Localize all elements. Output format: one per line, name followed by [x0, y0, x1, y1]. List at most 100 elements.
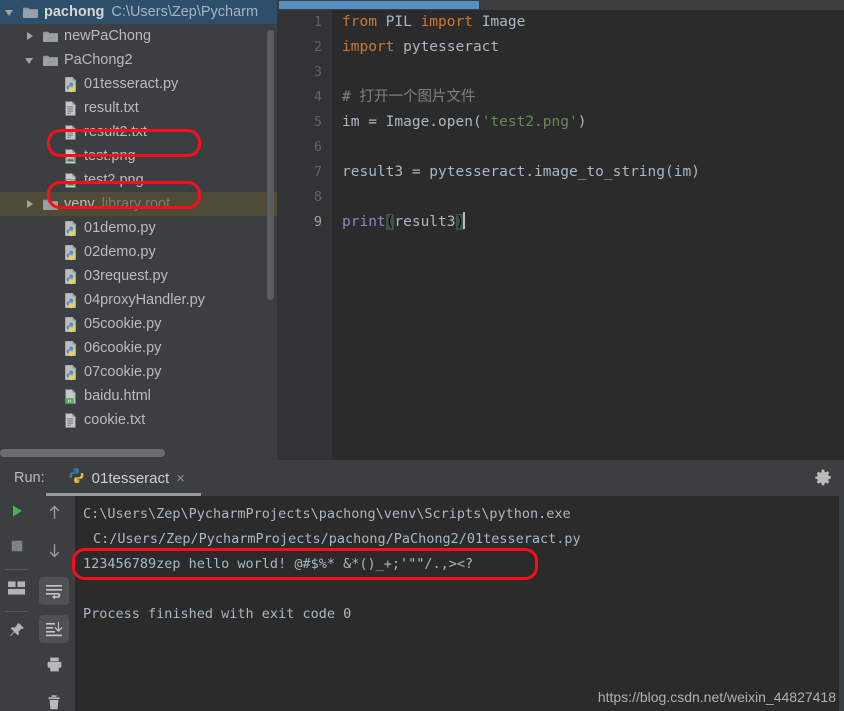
tree-item-06cookie-py[interactable]: 06cookie.py — [0, 336, 277, 360]
tree-item-label: result2.txt — [84, 124, 147, 140]
tree-item-result-txt[interactable]: result.txt — [0, 96, 277, 120]
soft-wrap-button[interactable] — [33, 572, 75, 610]
code-token: im = Image.open( — [342, 114, 482, 130]
scroll-to-end-icon — [39, 615, 69, 643]
tree-item-pachong[interactable]: pachong C:\Users\Zep\Pycharm — [0, 0, 277, 24]
printer-icon — [46, 656, 63, 678]
tree-item-result2-txt[interactable]: result2.txt — [0, 120, 277, 144]
tree-item-07cookie-py[interactable]: 07cookie.py — [0, 360, 277, 384]
tree-item-label: cookie.txt — [84, 412, 146, 428]
close-icon[interactable]: × — [176, 470, 185, 487]
tree-item-test2-png[interactable]: test2.png — [0, 168, 277, 192]
code-line[interactable]: im = Image.open('test2.png') — [342, 110, 844, 135]
code-editor-panel[interactable]: 123456789 from PIL import Image import py… — [277, 0, 844, 460]
tree-item-baidu-html[interactable]: Hbaidu.html — [0, 384, 277, 408]
scroll-to-end-button[interactable] — [33, 610, 75, 648]
text-file-icon — [62, 412, 79, 429]
code-token: pytesseract — [403, 39, 500, 55]
code-line[interactable] — [342, 185, 844, 210]
tree-item-label: 07cookie.py — [84, 364, 162, 380]
tree-item-cookie-txt[interactable]: cookie.txt — [0, 408, 277, 432]
code-line[interactable] — [342, 135, 844, 160]
folder-icon — [22, 4, 39, 21]
tree-item-04proxyhandler-py[interactable]: 04proxyHandler.py — [0, 288, 277, 312]
tree-item-label: test2.png — [84, 172, 144, 188]
layout-button[interactable] — [0, 573, 33, 608]
tree-item-label: result.txt — [84, 100, 139, 116]
tree-item-label: baidu.html — [84, 388, 151, 404]
code-line[interactable]: # 打开一个图片文件 — [342, 85, 844, 110]
line-number-gutter: 1 2 3 4 5 6 7 8 9 — [277, 10, 332, 460]
text-file-icon — [62, 100, 79, 117]
run-configuration-tab[interactable]: 01tesseract × — [68, 467, 185, 489]
tree-item-label: venv — [64, 196, 95, 212]
console-toolbar[interactable] — [33, 496, 75, 711]
stop-button[interactable] — [0, 531, 33, 566]
chevron-right-icon[interactable] — [24, 30, 37, 43]
chevron-down-icon[interactable] — [24, 54, 37, 67]
folder-icon — [42, 28, 59, 45]
code-line[interactable]: from PIL import Image — [342, 10, 844, 35]
tree-item-01tesseract-py[interactable]: 01tesseract.py — [0, 72, 277, 96]
tree-item-label: newPaChong — [64, 28, 152, 44]
tree-item-02demo-py[interactable]: 02demo.py — [0, 240, 277, 264]
code-token: 'test2.png' — [481, 114, 578, 130]
sidebar-horizontal-scrollbar[interactable] — [0, 449, 165, 457]
toolbar-separator — [5, 611, 28, 612]
chevron-right-icon[interactable] — [24, 198, 37, 211]
python-file-icon — [62, 244, 79, 261]
soft-wrap-icon — [39, 577, 69, 605]
line-number: 2 — [313, 39, 322, 55]
code-line[interactable]: result3 = pytesseract.image_to_string(im… — [342, 160, 844, 185]
editor-horizontal-scrollbar[interactable] — [279, 1, 479, 9]
run-tool-window[interactable]: Run: 01tesseract × C:\Users\Zep\PycharmP… — [0, 460, 844, 711]
play-icon — [9, 503, 25, 524]
console-output[interactable]: C:\Users\Zep\PycharmProjects\pachong\ven… — [75, 496, 844, 711]
pycharm-window: pachong C:\Users\Zep\Pycharm newPaChong PaC… — [0, 0, 844, 711]
tree-item-venv[interactable]: venv library root — [0, 192, 277, 216]
code-line[interactable] — [342, 60, 844, 85]
folder-icon — [42, 196, 59, 213]
project-tree-panel[interactable]: pachong C:\Users\Zep\Pycharm newPaChong PaC… — [0, 0, 277, 460]
tree-item-01demo-py[interactable]: 01demo.py — [0, 216, 277, 240]
code-token: result3 = pytesseract.image_to_string(im… — [342, 164, 700, 180]
code-line[interactable]: print(result3) — [342, 210, 844, 235]
python-file-icon — [62, 268, 79, 285]
down-stacktrace-button[interactable] — [33, 534, 75, 572]
python-file-icon — [62, 76, 79, 93]
tree-item-05cookie-py[interactable]: 05cookie.py — [0, 312, 277, 336]
print-button[interactable] — [33, 648, 75, 686]
tree-item-newpachong[interactable]: newPaChong — [0, 24, 277, 48]
up-stacktrace-button[interactable] — [33, 496, 75, 534]
clear-all-button[interactable] — [33, 686, 75, 711]
svg-text:H: H — [68, 398, 72, 404]
settings-gear-icon[interactable] — [814, 469, 832, 492]
run-header: Run: 01tesseract × — [0, 460, 844, 496]
tree-item-test-png[interactable]: test.png — [0, 144, 277, 168]
toolbar-separator — [5, 569, 28, 570]
project-tree[interactable]: pachong C:\Users\Zep\Pycharm newPaChong PaC… — [0, 0, 277, 432]
sidebar-vertical-scrollbar[interactable] — [267, 30, 274, 300]
python-file-icon — [62, 292, 79, 309]
rerun-button[interactable] — [0, 496, 33, 531]
tree-item-03request-py[interactable]: 03request.py — [0, 264, 277, 288]
run-left-toolbar[interactable] — [0, 496, 33, 711]
console-line: 123456789zep hello world! @#$%* &*()_+;'… — [83, 556, 474, 572]
console-scrollbar[interactable] — [839, 496, 844, 711]
chevron-down-icon[interactable] — [4, 6, 17, 19]
code-content[interactable]: from PIL import Image import pytesseract #… — [332, 10, 844, 460]
code-line[interactable]: import pytesseract — [342, 35, 844, 60]
pin-tab-button[interactable] — [0, 615, 33, 650]
line-number: 9 — [313, 214, 322, 230]
watermark-url: https://blog.csdn.net/weixin_44827418 — [597, 689, 836, 705]
tree-item-pachong2[interactable]: PaChong2 — [0, 48, 277, 72]
